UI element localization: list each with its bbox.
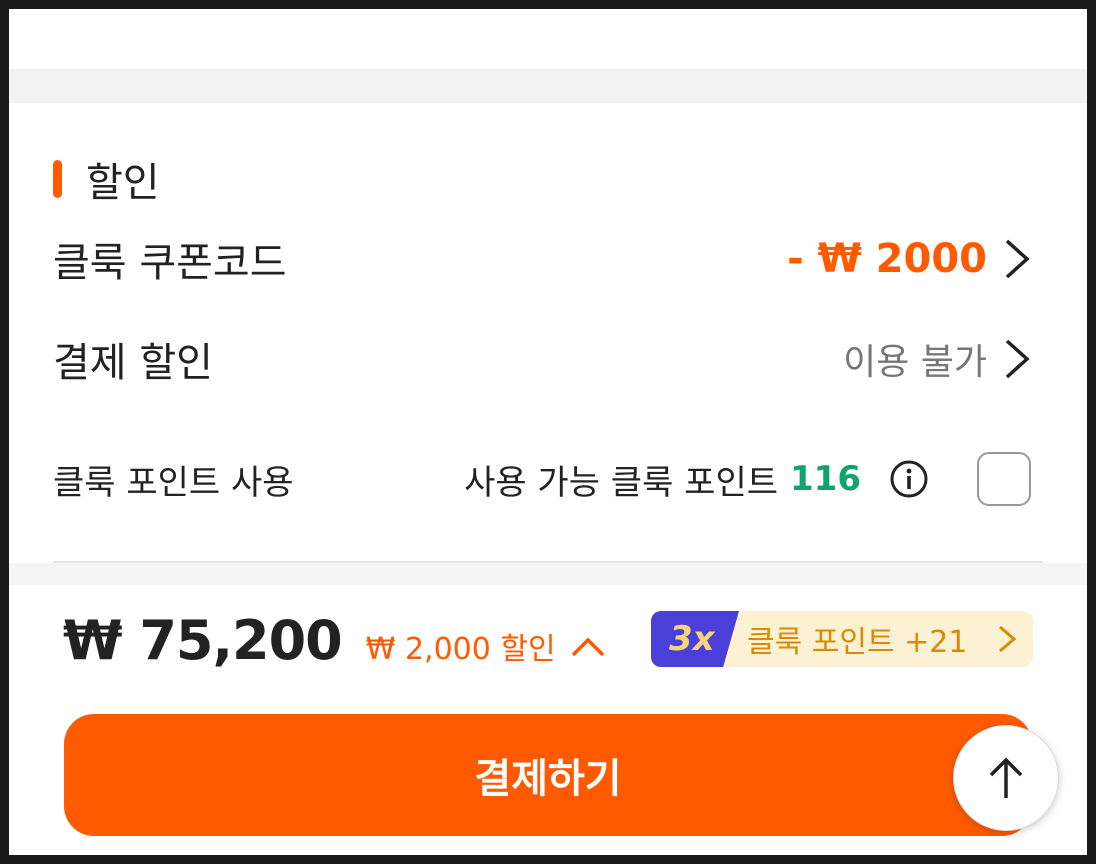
chevron-right-icon	[1005, 339, 1030, 379]
section-separator	[9, 69, 1087, 103]
payment-discount-label: 결제 할인	[53, 340, 213, 386]
payment-discount-row[interactable]: 결제 할인 이용 불가	[53, 331, 1031, 387]
points-reward-badge[interactable]: 3x 클룩 포인트 +21	[651, 611, 1033, 667]
chevron-right-icon	[999, 625, 1017, 653]
discount-section-title: 할인	[53, 157, 160, 206]
chevron-right-icon	[1005, 239, 1030, 279]
checkout-frame: 할인 클룩 쿠폰코드 - ₩ 2000 결제 할인 이용 불가 클룩 포인트 사…	[9, 9, 1087, 855]
coupon-label: 클룩 쿠폰코드	[53, 240, 287, 286]
available-points-value: 116	[790, 459, 861, 499]
available-points-text: 사용 가능 클룩 포인트	[464, 462, 779, 503]
points-multiplier: 3x	[651, 611, 739, 667]
points-label: 클룩 포인트 사용	[53, 462, 294, 503]
pay-button[interactable]: 결제하기	[64, 714, 1032, 836]
coupon-discount-value: - ₩ 2000	[787, 236, 987, 282]
coupon-row[interactable]: 클룩 쿠폰코드 - ₩ 2000	[53, 231, 1031, 287]
section-title-text: 할인	[86, 160, 160, 206]
previous-section	[9, 9, 1087, 69]
info-icon[interactable]	[889, 459, 929, 499]
discount-summary[interactable]: ₩ 2,000 할인	[366, 624, 556, 668]
points-value-group: 사용 가능 클룩 포인트 116	[464, 452, 1031, 506]
arrow-up-icon	[989, 757, 1023, 798]
total-price: ₩ 75,200	[63, 609, 343, 672]
bottom-separator	[9, 563, 1087, 585]
points-row: 클룩 포인트 사용 사용 가능 클룩 포인트 116	[53, 449, 1031, 509]
use-points-checkbox[interactable]	[977, 452, 1031, 506]
chevron-up-icon[interactable]	[570, 635, 606, 659]
coupon-value-group[interactable]: - ₩ 2000	[787, 236, 1031, 282]
payment-discount-value-group[interactable]: 이용 불가	[843, 333, 1031, 385]
title-accent-bar	[53, 160, 62, 198]
points-reward-text: 클룩 포인트 +21	[747, 625, 968, 660]
payment-discount-value: 이용 불가	[843, 342, 987, 383]
price-summary: ₩ 75,200 ₩ 2,000 할인	[63, 609, 606, 672]
scroll-to-top-button[interactable]	[953, 725, 1059, 831]
